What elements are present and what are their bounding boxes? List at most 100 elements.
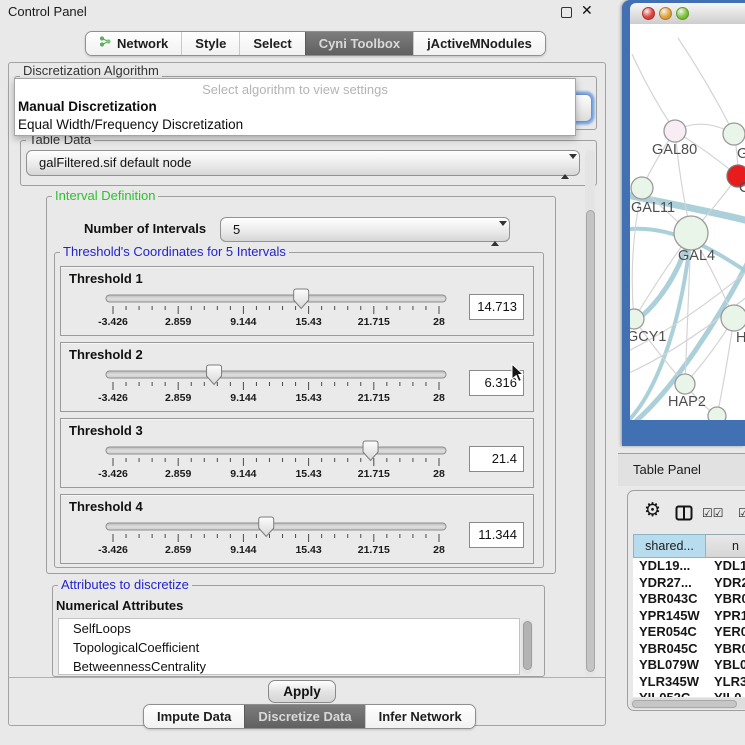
columns-icon[interactable]: [675, 504, 693, 527]
tab-cyni-toolbox[interactable]: Cyni Toolbox: [305, 32, 413, 55]
attribute-item-betweennesscentrality[interactable]: BetweennessCentrality: [59, 657, 519, 675]
cell-shared-name[interactable]: YBL079W: [633, 657, 706, 674]
tab-discretize-data[interactable]: Discretize Data: [244, 705, 364, 728]
apply-button[interactable]: Apply: [268, 680, 336, 703]
table-data-value: galFiltered.sif default node: [39, 155, 191, 170]
tab-jactivemnodules[interactable]: jActiveMNodules: [413, 32, 545, 55]
attribute-item-selfloops[interactable]: SelfLoops: [59, 619, 519, 638]
attributes-list-scroll-thumb[interactable]: [523, 621, 532, 670]
network-view[interactable]: GAL80GCGAL11GAL4GCY1HHAP2: [630, 24, 745, 420]
dropdown-option-equal-width-frequency-discretization[interactable]: Equal Width/Frequency Discretization: [15, 116, 575, 134]
axis-tick-label: -3.426: [98, 468, 128, 480]
clear-selection-icon[interactable]: ☑: [738, 506, 745, 520]
mac-window-titlebar[interactable]: [630, 3, 745, 24]
axis-tick-label: 9.144: [230, 544, 256, 556]
minimize-traffic-light[interactable]: [659, 7, 672, 20]
threshold-value-field[interactable]: 14.713: [469, 294, 524, 320]
thresholds-group-title: Threshold's Coordinates for 5 Intervals: [60, 245, 289, 259]
table-row[interactable]: YBR045CYBR0: [633, 641, 745, 658]
node-GCY1[interactable]: [630, 309, 644, 329]
threshold-slider[interactable]: [101, 363, 451, 393]
table-h-scroll-thumb[interactable]: [632, 700, 737, 708]
close-icon[interactable]: ✕: [581, 2, 593, 19]
cell-name[interactable]: YDR2: [706, 575, 745, 592]
table-row[interactable]: YBR043CYBR0: [633, 591, 745, 608]
content-divider: [9, 677, 605, 678]
cell-name[interactable]: YLR3: [706, 674, 745, 691]
attributes-list[interactable]: SelfLoopsTopologicalCoefficientBetweenne…: [58, 618, 520, 675]
cell-shared-name[interactable]: YLR345W: [633, 674, 706, 691]
cell-name[interactable]: YBR0: [706, 591, 745, 608]
cell-shared-name[interactable]: YDL19...: [633, 558, 706, 575]
tab-select[interactable]: Select: [239, 32, 304, 55]
threshold-label: Threshold 1: [69, 271, 143, 286]
threshold-slider[interactable]: [101, 287, 451, 317]
slider-handle[interactable]: [259, 517, 274, 537]
dropdown-option-manual-discretization[interactable]: Manual Discretization: [15, 98, 575, 116]
node-node-bottom[interactable]: [708, 407, 726, 420]
tab-style[interactable]: Style: [181, 32, 239, 55]
node-label: C: [739, 180, 745, 196]
table-row[interactable]: YPR145WYPR1: [633, 608, 745, 625]
cell-name[interactable]: YER0: [706, 624, 745, 641]
node-HAP2[interactable]: [675, 374, 695, 394]
cell-shared-name[interactable]: YPR145W: [633, 608, 706, 625]
zoom-traffic-light[interactable]: [676, 7, 689, 20]
table-row[interactable]: YER054CYER0: [633, 624, 745, 641]
attributes-group-title: Attributes to discretize: [58, 578, 192, 592]
number-of-intervals-spinner[interactable]: 5: [220, 217, 510, 242]
cell-name[interactable]: YBR0: [706, 641, 745, 658]
axis-tick-label: 2.859: [165, 468, 191, 480]
node-GAL4[interactable]: [674, 216, 708, 250]
cell-name[interactable]: YIL0: [706, 690, 745, 697]
gear-icon[interactable]: ⚙: [644, 501, 661, 520]
table-data-combobox[interactable]: galFiltered.sif default node: [26, 150, 580, 176]
select-all-icon[interactable]: ☑☑: [702, 506, 724, 520]
node-GAL80[interactable]: [664, 120, 686, 142]
close-traffic-light[interactable]: [642, 7, 655, 20]
table-panel-window: ⚙☑☑☑ shared...n YDL19...YDL1YDR27...YDR2…: [627, 490, 745, 711]
threshold-value-field[interactable]: 11.344: [469, 522, 524, 548]
slider-handle[interactable]: [207, 365, 222, 385]
control-panel-tabs: Network StyleSelectCyni Toolbox jActiveMNo…: [85, 31, 546, 56]
cell-shared-name[interactable]: YBR043C: [633, 591, 706, 608]
table-row[interactable]: YDR27...YDR2: [633, 575, 745, 592]
node-GAL11[interactable]: [631, 177, 653, 199]
cell-shared-name[interactable]: YDR27...: [633, 575, 706, 592]
threshold-slider[interactable]: [101, 515, 451, 545]
threshold-value-field[interactable]: 21.4: [469, 446, 524, 472]
cell-name[interactable]: YDL1: [706, 558, 745, 575]
cell-shared-name[interactable]: YER054C: [633, 624, 706, 641]
threshold-panel-2: Threshold 2-3.4262.8599.14415.4321.71528…: [60, 342, 534, 412]
attribute-item-topologicalcoefficient[interactable]: TopologicalCoefficient: [59, 638, 519, 657]
tab-label: Infer Network: [379, 705, 462, 728]
float-window-icon[interactable]: [561, 7, 572, 18]
node-label: GAL4: [678, 248, 715, 264]
slider-handle[interactable]: [294, 289, 309, 309]
column-header-n[interactable]: n: [706, 534, 745, 558]
tab-infer-network[interactable]: Infer Network: [365, 705, 475, 728]
node-node-upper-right[interactable]: [723, 123, 745, 145]
table-row[interactable]: YDL19...YDL1: [633, 558, 745, 575]
cell-name[interactable]: YBL0: [706, 657, 745, 674]
threshold-slider[interactable]: [101, 439, 451, 469]
cell-name[interactable]: YPR1: [706, 608, 745, 625]
node-node-right[interactable]: [721, 305, 745, 331]
cell-shared-name[interactable]: YBR045C: [633, 641, 706, 658]
dropdown-prompt: Select algorithm to view settings: [15, 79, 575, 98]
axis-tick-label: 9.144: [230, 316, 256, 328]
table-row[interactable]: YBL079WYBL0: [633, 657, 745, 674]
cell-shared-name[interactable]: YIL052C: [633, 690, 706, 697]
column-header-shared[interactable]: shared...: [633, 534, 706, 558]
tab-label: Network: [117, 32, 168, 55]
panel-scroll-thumb[interactable]: [586, 210, 595, 672]
table-row[interactable]: YIL052CYIL0: [633, 690, 745, 697]
tab-impute-data[interactable]: Impute Data: [144, 705, 244, 728]
axis-tick-label: 21.715: [358, 468, 390, 480]
slider-handle[interactable]: [363, 441, 378, 461]
tab-network[interactable]: Network: [86, 32, 181, 55]
node-label: GCY1: [630, 329, 667, 345]
tab-label: jActiveMNodules: [427, 32, 532, 55]
table-row[interactable]: YLR345WYLR3: [633, 674, 745, 691]
node-label: H: [736, 330, 745, 346]
